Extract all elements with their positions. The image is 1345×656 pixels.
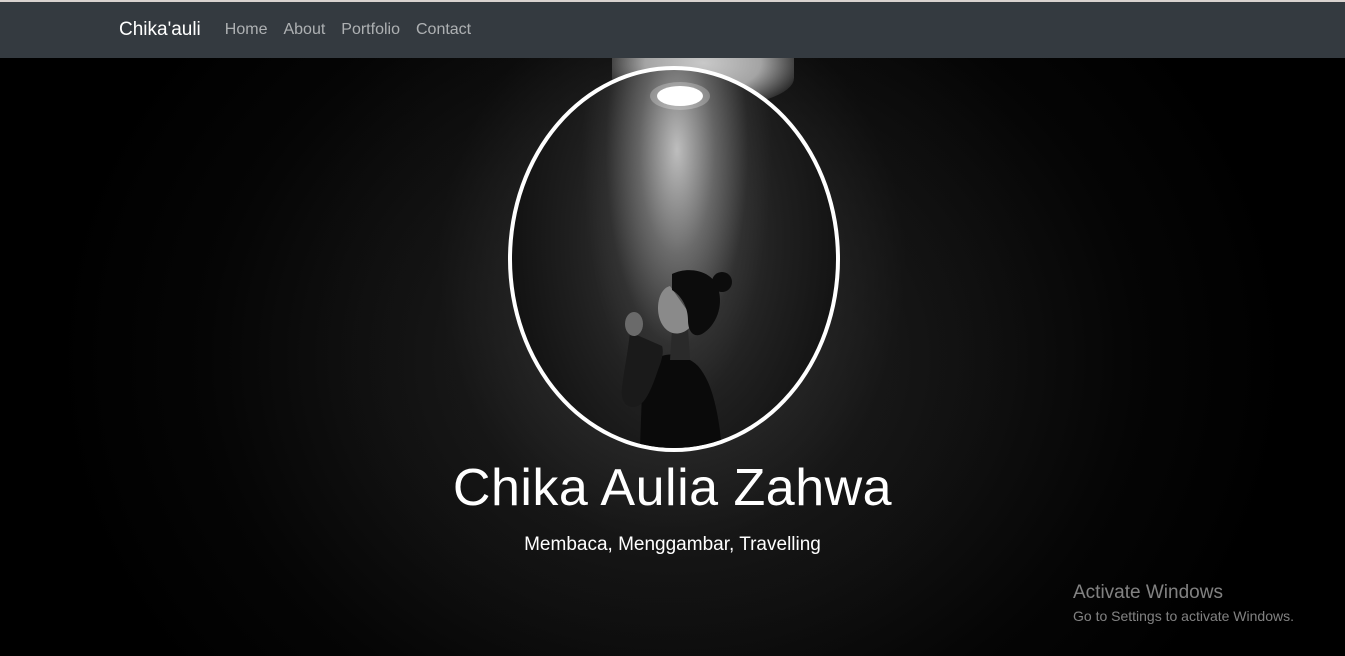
nav-link-contact[interactable]: Contact xyxy=(416,21,471,39)
hero-section: Chika Aulia Zahwa Membaca, Menggambar, T… xyxy=(0,58,1345,656)
profile-photo-illustration xyxy=(621,82,732,448)
activate-windows-watermark: Activate Windows Go to Settings to activ… xyxy=(1073,582,1294,624)
navbar-brand[interactable]: Chika'auli xyxy=(119,19,201,41)
nav-link-about[interactable]: About xyxy=(283,21,325,39)
navbar: Chika'auli Home About Portfolio Contact xyxy=(0,2,1345,58)
profile-photo xyxy=(508,66,840,452)
hero-title: Chika Aulia Zahwa xyxy=(452,459,893,517)
watermark-subtitle: Go to Settings to activate Windows. xyxy=(1073,608,1294,624)
nav-link-home[interactable]: Home xyxy=(225,21,268,39)
hero-subtitle: Membaca, Menggambar, Travelling xyxy=(524,534,821,555)
nav-link-portfolio[interactable]: Portfolio xyxy=(341,21,400,39)
watermark-title: Activate Windows xyxy=(1073,582,1223,603)
